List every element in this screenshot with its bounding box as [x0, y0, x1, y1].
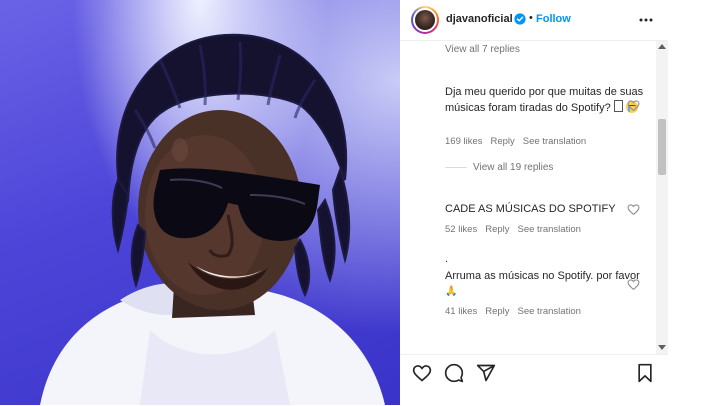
reply-button[interactable]: Reply: [485, 306, 509, 317]
avatar[interactable]: [411, 6, 439, 34]
comments-list[interactable]: View all 7 replies Dja meu querido por q…: [400, 41, 656, 354]
post-image[interactable]: [0, 0, 400, 405]
unknown-glyph-icon: [613, 100, 623, 112]
paper-plane-icon[interactable]: [476, 363, 496, 383]
bookmark-icon[interactable]: [635, 363, 655, 383]
likes-count[interactable]: 41 likes: [445, 306, 477, 317]
view-replies-label: View all 19 replies: [473, 162, 554, 173]
see-translation-link[interactable]: See translation: [523, 136, 586, 147]
comment-text: Dja meu querido por que muitas de suas m…: [445, 85, 655, 116]
reply-divider-line: [445, 166, 467, 168]
scroll-down-arrow-icon[interactable]: [658, 345, 666, 350]
header-separator: •: [529, 12, 533, 24]
heart-outline-icon[interactable]: [412, 363, 432, 383]
see-translation-link[interactable]: See translation: [518, 224, 581, 235]
comment-text: Arruma as músicas no Spotify. por favor …: [445, 269, 655, 299]
post-header: djavanoficial • Follow: [400, 0, 668, 41]
comment-bubble-icon[interactable]: [444, 363, 464, 383]
heart-outline-icon[interactable]: [627, 278, 640, 291]
comment-meta: 41 likes Reply See translation: [445, 306, 589, 317]
comment-body: CADE AS MÚSICAS DO SPOTIFY: [445, 203, 616, 215]
comment-prefix: .: [445, 253, 449, 265]
scrollbar-thumb[interactable]: [658, 119, 666, 175]
comments-scrollbar[interactable]: [656, 41, 668, 354]
more-horizontal-icon[interactable]: [638, 12, 654, 28]
comment-body: Arruma as músicas no Spotify. por favor: [445, 270, 640, 282]
see-translation-link[interactable]: See translation: [518, 306, 581, 317]
heart-outline-icon[interactable]: [627, 99, 640, 112]
comment-meta: 52 likes Reply See translation: [445, 224, 589, 235]
post-side-panel: djavanoficial • Follow View all 7 replie…: [400, 0, 668, 406]
post-actions-bar: [400, 354, 668, 406]
comment-meta: 169 likes Reply See translation: [445, 136, 594, 147]
page-margin: [668, 0, 720, 405]
username-link[interactable]: djavanoficial: [446, 13, 513, 25]
scroll-up-arrow-icon[interactable]: [658, 44, 666, 49]
view-replies-link[interactable]: View all 7 replies: [445, 44, 520, 55]
heart-outline-icon[interactable]: [627, 203, 640, 216]
likes-count[interactable]: 52 likes: [445, 224, 477, 235]
view-replies-link[interactable]: View all 19 replies: [445, 162, 553, 173]
post-photo-illustration: [40, 33, 385, 405]
reply-button[interactable]: Reply: [491, 136, 515, 147]
folded-hands-icon: 🙏: [445, 286, 458, 297]
view-replies-label: View all 7 replies: [445, 44, 520, 55]
comment-text: CADE AS MÚSICAS DO SPOTIFY: [445, 202, 655, 217]
likes-count[interactable]: 169 likes: [445, 136, 483, 147]
verified-badge-icon: [514, 13, 526, 25]
follow-button[interactable]: Follow: [536, 13, 571, 25]
reply-button[interactable]: Reply: [485, 224, 509, 235]
